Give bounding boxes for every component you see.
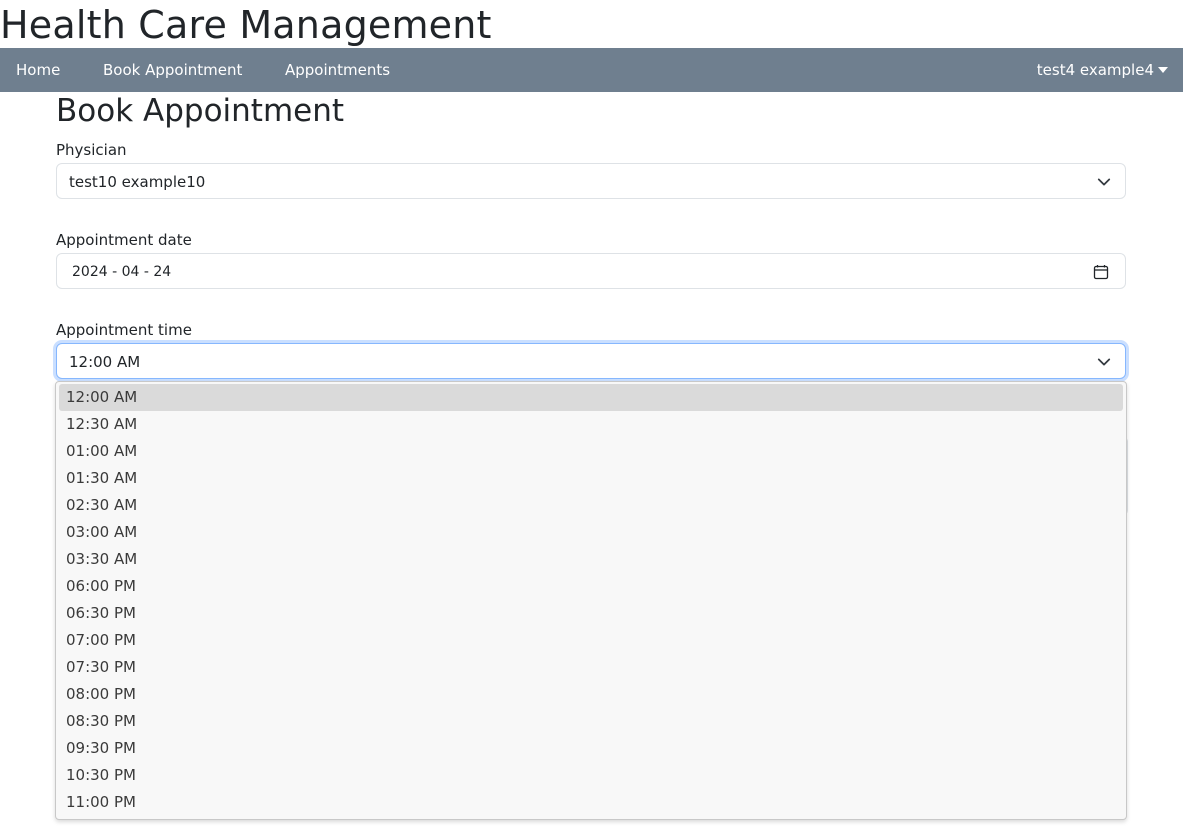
appointment-time-value: 12:00 AM [69, 353, 141, 371]
navbar: Home Book Appointment Appointments test4… [0, 48, 1183, 92]
user-menu[interactable]: test4 example4 [1037, 48, 1168, 92]
nav-home-link[interactable]: Home [16, 48, 60, 92]
time-option[interactable]: 09:30 PM [59, 735, 1123, 762]
physician-select[interactable]: test10 example10 [56, 163, 1126, 199]
appointment-time-dropdown: 12:00 AM 12:30 AM 01:00 AM 01:30 AM 02:3… [55, 381, 1127, 820]
time-option[interactable]: 01:00 AM [59, 438, 1123, 465]
time-option[interactable]: 11:00 PM [59, 789, 1123, 816]
time-option[interactable]: 12:30 AM [59, 411, 1123, 438]
time-option[interactable]: 10:30 PM [59, 762, 1123, 789]
user-name: test4 example4 [1036, 61, 1154, 79]
time-option[interactable]: 01:30 AM [59, 465, 1123, 492]
appointment-time-label: Appointment time [56, 321, 192, 339]
time-option[interactable]: 07:30 PM [59, 654, 1123, 681]
caret-down-icon [1158, 67, 1168, 73]
physician-label: Physician [56, 141, 127, 159]
time-option[interactable]: 07:00 PM [59, 627, 1123, 654]
nav-appointments-link[interactable]: Appointments [285, 48, 390, 92]
time-option[interactable]: 03:30 AM [59, 546, 1123, 573]
calendar-icon[interactable] [1093, 264, 1109, 280]
chevron-down-icon [1097, 358, 1111, 366]
appointment-date-input[interactable]: 2024 - 04 - 24 [56, 253, 1126, 289]
nav-book-appointment-link[interactable]: Book Appointment [103, 48, 242, 92]
time-option[interactable]: 12:00 AM [59, 384, 1123, 411]
time-option[interactable]: 06:00 PM [59, 573, 1123, 600]
time-option[interactable]: 02:30 AM [59, 492, 1123, 519]
app-title: Health Care Management [0, 3, 492, 47]
physician-value: test10 example10 [69, 173, 206, 191]
appointment-date-label: Appointment date [56, 231, 192, 249]
page-heading: Book Appointment [56, 93, 345, 129]
chevron-down-icon [1097, 178, 1111, 186]
appointment-time-select[interactable]: 12:00 AM [56, 343, 1126, 379]
time-option[interactable]: 03:00 AM [59, 519, 1123, 546]
time-option[interactable]: 08:00 PM [59, 681, 1123, 708]
time-option[interactable]: 08:30 PM [59, 708, 1123, 735]
appointment-date-value: 2024 - 04 - 24 [72, 264, 172, 280]
time-option[interactable]: 06:30 PM [59, 600, 1123, 627]
